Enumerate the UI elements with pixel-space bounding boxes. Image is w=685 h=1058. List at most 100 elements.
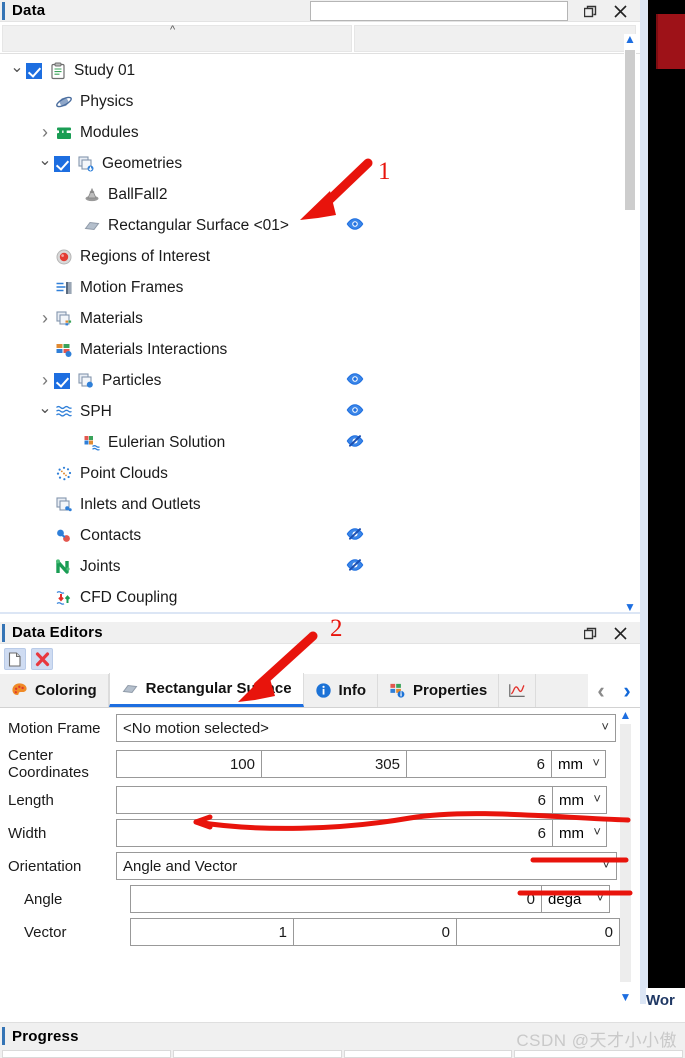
tree-item-ballfall2[interactable]: BallFall2: [0, 179, 622, 210]
cfd-coupling-icon: [54, 588, 74, 608]
scroll-up-icon[interactable]: ▲: [624, 33, 636, 48]
tree-item-materials[interactable]: Materials: [0, 303, 622, 334]
vector-x-input[interactable]: 1: [130, 918, 294, 946]
tree-item-sph[interactable]: SPH: [0, 396, 622, 427]
motion-frame-select[interactable]: <No motion selected> ˅: [116, 714, 616, 742]
scroll-down-icon[interactable]: ▼: [619, 990, 632, 1004]
geometries-icon: [76, 154, 96, 174]
tab-prev-button[interactable]: ‹: [588, 674, 614, 707]
orientation-select[interactable]: Angle and Vector ˅: [116, 852, 617, 880]
center-y-input[interactable]: 305: [261, 750, 407, 778]
tree-item-label: Particles: [102, 371, 162, 389]
tree-item-particles[interactable]: Particles: [0, 365, 622, 396]
panel-accent-bar: [2, 623, 5, 642]
tree-item-checkbox[interactable]: [54, 155, 70, 172]
form-row-vector: Vector 1 0 0: [0, 918, 640, 946]
sph-icon: [54, 402, 74, 422]
data-panel-restore-icon[interactable]: [578, 1, 602, 21]
length-input[interactable]: 6: [116, 786, 553, 814]
tree-item-regions-of-interest[interactable]: Regions of Interest: [0, 241, 622, 272]
chevron-right-icon[interactable]: [36, 370, 54, 391]
materials-interactions-icon: [54, 340, 74, 360]
center-z-input[interactable]: 6: [406, 750, 552, 778]
tree-item-point-clouds[interactable]: Point Clouds: [0, 458, 622, 489]
data-tree[interactable]: Study 01 Physics Modules Geometries BallFall…: [0, 55, 622, 610]
visibility-toggle-visible-icon[interactable]: [346, 372, 364, 390]
tree-item-eulerian-solution[interactable]: Eulerian Solution: [0, 427, 622, 458]
tree-item-modules[interactable]: Modules: [0, 117, 622, 148]
annotation-number-1: 1: [378, 158, 391, 185]
vector-z-input[interactable]: 0: [456, 918, 620, 946]
visibility-toggle-hidden-icon[interactable]: [346, 558, 364, 576]
tree-item-physics[interactable]: Physics: [0, 86, 622, 117]
form-row-angle: Angle 0 dega ˅: [0, 885, 640, 913]
inlets-outlets-icon: [54, 495, 74, 515]
panel-divider: [0, 612, 640, 614]
chevron-down-icon[interactable]: [36, 154, 54, 174]
center-unit-select[interactable]: mm ˅: [551, 750, 606, 778]
visibility-toggle-visible-icon[interactable]: [346, 217, 364, 235]
chevron-down-icon[interactable]: [36, 402, 54, 422]
tab-label: Rectangular Surface: [145, 680, 292, 697]
width-input[interactable]: 6: [116, 819, 553, 847]
new-document-button[interactable]: [4, 648, 26, 670]
tab-rectangular-surface[interactable]: Rectangular Surface: [108, 673, 304, 707]
angle-input[interactable]: 0: [130, 885, 542, 913]
watermark: CSDN @天才小小傲: [516, 1031, 677, 1050]
editors-panel-restore-icon[interactable]: [578, 623, 602, 643]
tree-item-geometries[interactable]: Geometries: [0, 148, 622, 179]
tree-item-inlets-and-outlets[interactable]: Inlets and Outlets: [0, 489, 622, 520]
form-row-orientation: Orientation Angle and Vector ˅: [0, 852, 640, 880]
data-search-input[interactable]: [310, 1, 568, 21]
tree-column-header-visibility[interactable]: [354, 25, 636, 52]
length-unit-select[interactable]: mm ˅: [552, 786, 607, 814]
tab-coloring[interactable]: Coloring: [0, 674, 109, 707]
editors-toolbar: [0, 644, 640, 674]
angle-unit-select[interactable]: dega ˅: [541, 885, 610, 913]
tree-item-contacts[interactable]: Contacts: [0, 520, 622, 551]
tab-chart[interactable]: [499, 674, 537, 707]
visibility-toggle-hidden-icon[interactable]: [346, 434, 364, 452]
tree-item-checkbox[interactable]: [26, 62, 42, 79]
scrollbar-track[interactable]: [620, 724, 631, 982]
delete-button[interactable]: [31, 648, 53, 670]
sort-ascending-icon: ^: [170, 24, 176, 36]
scrollbar-thumb[interactable]: [625, 50, 635, 210]
vector-y-input[interactable]: 0: [293, 918, 457, 946]
data-tree-scrollbar[interactable]: ▲ ▼: [624, 33, 636, 614]
visibility-toggle-visible-icon[interactable]: [346, 403, 364, 421]
tree-column-header-name[interactable]: [2, 25, 352, 52]
data-panel-titlebar: Data: [0, 0, 640, 22]
tab-info[interactable]: Info: [303, 674, 379, 707]
chevron-down-icon[interactable]: [8, 61, 26, 81]
editors-panel-close-icon[interactable]: [608, 623, 632, 643]
tree-item-joints[interactable]: Joints: [0, 551, 622, 582]
tree-item-label: Motion Frames: [80, 278, 184, 296]
3d-viewport[interactable]: [648, 0, 685, 1004]
chevron-right-icon[interactable]: [36, 308, 54, 329]
editor-form-scrollbar[interactable]: ▲ ▼: [619, 708, 632, 1004]
tree-item-checkbox[interactable]: [54, 372, 70, 389]
scroll-up-icon[interactable]: ▲: [619, 708, 632, 722]
center-x-input[interactable]: 100: [116, 750, 262, 778]
viewport-geometry-object[interactable]: [656, 14, 685, 69]
tree-item-study-01[interactable]: Study 01: [0, 55, 622, 86]
tree-item-rectangular-surface-01[interactable]: Rectangular Surface <01>: [0, 210, 622, 241]
data-panel-close-icon[interactable]: [608, 1, 632, 21]
editor-tab-strip[interactable]: Coloring Rectangular Surface Info Propertie…: [0, 673, 640, 708]
motion-frame-label: Motion Frame: [8, 719, 101, 737]
length-unit-value: mm: [559, 791, 584, 809]
vector-label: Vector: [24, 923, 67, 941]
tab-properties[interactable]: Properties: [378, 674, 500, 707]
tab-next-button[interactable]: ›: [614, 674, 640, 707]
tab-scroll-nav[interactable]: ‹ ›: [588, 674, 640, 707]
width-unit-select[interactable]: mm ˅: [552, 819, 607, 847]
tree-item-materials-interactions[interactable]: Materials Interactions: [0, 334, 622, 365]
tree-item-motion-frames[interactable]: Motion Frames: [0, 272, 622, 303]
tab-label: Properties: [413, 682, 488, 699]
info-icon: [315, 682, 332, 699]
data-panel: Data ^ Study 01 Physics Modules Geometries B…: [0, 0, 640, 618]
chevron-right-icon[interactable]: [36, 122, 54, 143]
tree-item-cfd-coupling[interactable]: CFD Coupling: [0, 582, 622, 610]
visibility-toggle-hidden-icon[interactable]: [346, 527, 364, 545]
